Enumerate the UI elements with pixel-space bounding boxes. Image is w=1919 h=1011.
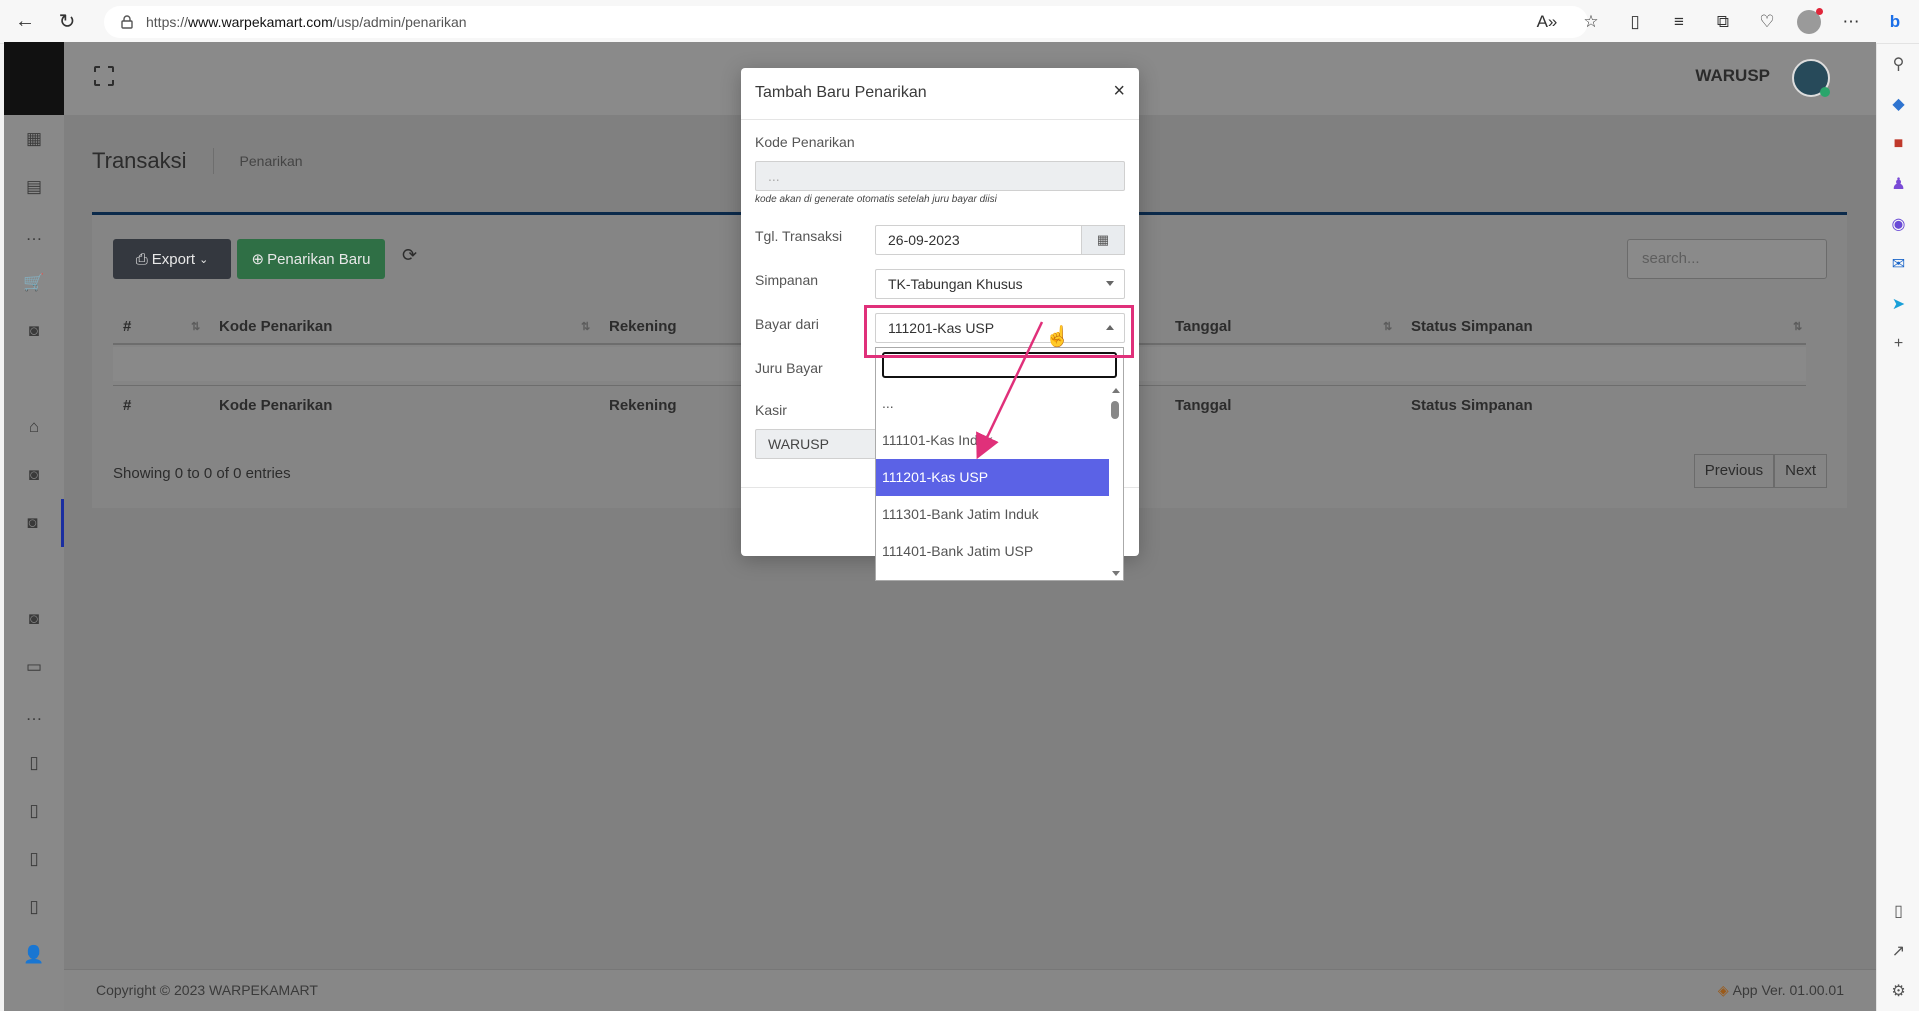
arrow-annotation — [976, 321, 1044, 460]
hand-cursor-icon: ☝ — [1045, 326, 1070, 348]
